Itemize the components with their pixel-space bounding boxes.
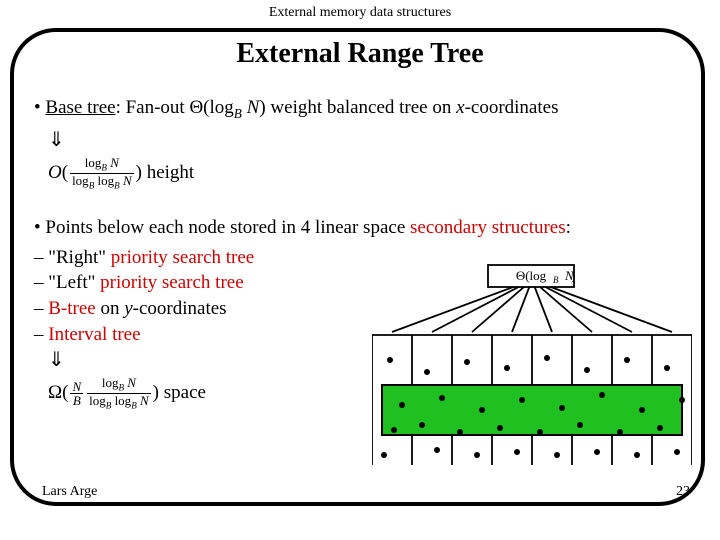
bullet-base-tree: Base tree: Fan-out Θ(logB N) weight bala… xyxy=(34,95,694,123)
slide: External memory data structures External… xyxy=(0,0,720,540)
implies-arrow-1: ⇓ xyxy=(48,127,694,154)
footer-page: 23 xyxy=(676,484,690,500)
slide-title: External Range Tree xyxy=(0,38,720,70)
footer-author: Lars Arge xyxy=(42,484,97,500)
tree-diagram: Θ(log B N ) xyxy=(372,260,692,465)
running-header: External memory data structures xyxy=(0,5,720,21)
bullet-secondary: Points below each node stored in 4 linea… xyxy=(34,215,694,241)
svg-text:B: B xyxy=(553,275,559,285)
space-label: space xyxy=(159,382,206,403)
height-label: height xyxy=(142,162,194,183)
fanout-formula: Θ(logB N) xyxy=(189,95,265,123)
height-formula: O(logB NlogB logB N) height xyxy=(48,156,694,191)
secondary-structures-text: secondary structures xyxy=(410,217,566,238)
base-tree-label: Base tree xyxy=(45,97,115,118)
svg-text:): ) xyxy=(571,268,575,283)
svg-text:Θ(log: Θ(log xyxy=(516,268,547,283)
